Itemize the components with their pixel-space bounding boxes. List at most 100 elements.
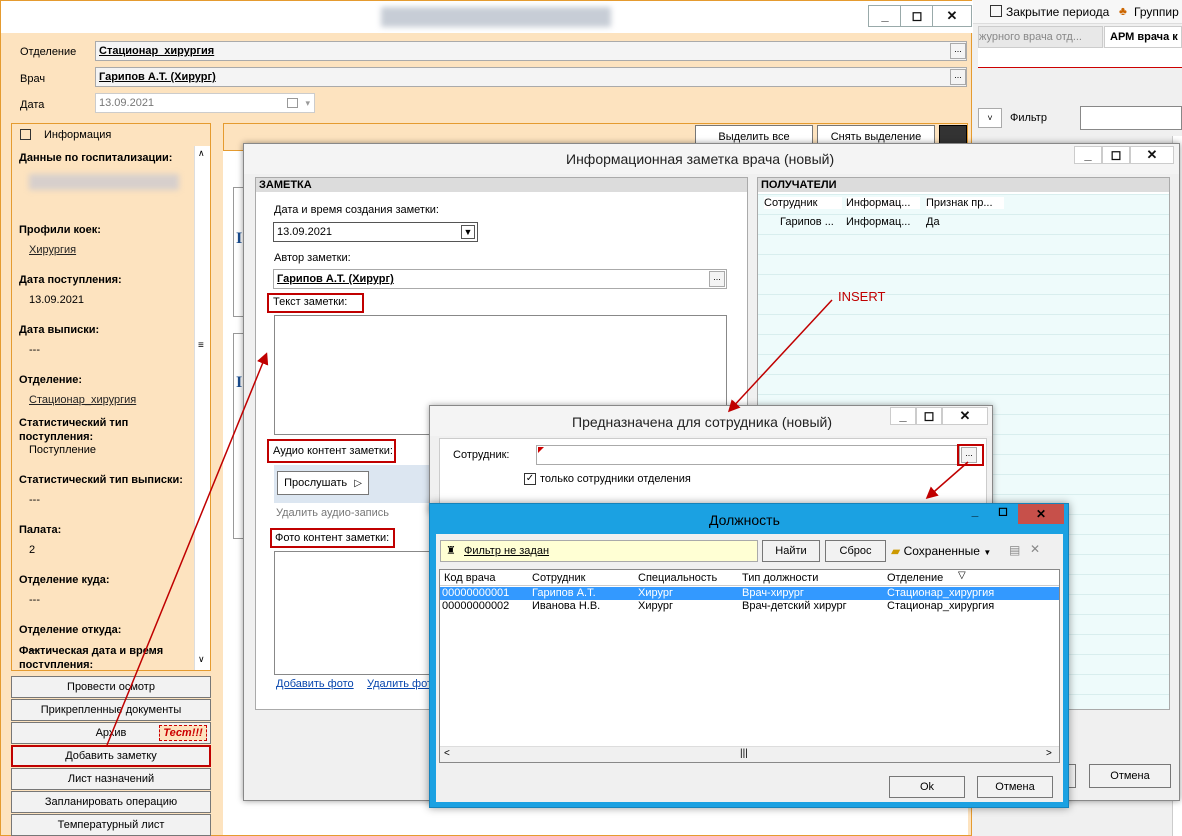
delete-photo-link[interactable]: Удалить фот [367,678,432,690]
tab-duty-doctor[interactable]: журного врача отд... [978,26,1103,48]
scroll-handle[interactable]: ≡ [198,340,204,351]
tab-label: АРМ врача к [1110,31,1178,43]
add-photo-link[interactable]: Добавить фото [276,678,354,690]
exam-button[interactable]: Провести осмотр [11,676,211,698]
close-period-button[interactable]: Закрытие периода [1006,5,1109,19]
horizontal-scrollbar[interactable]: < ||| > [440,746,1059,762]
department-field[interactable]: Стационар_хирургия [95,41,967,61]
filter-dropdown[interactable]: ˅ [978,108,1002,128]
maximize-button[interactable]: ◻ [900,5,934,27]
info-label: Дата выписки: [19,324,100,336]
close-button[interactable]: ✕ [1130,146,1174,164]
minimize-button[interactable]: _ [868,5,902,27]
recipients-col-info[interactable]: Информац... [846,197,920,209]
employee-field[interactable] [536,445,960,465]
date-value: 13.09.2021 [99,97,155,109]
archive-label: Архив [95,727,127,739]
col-employee[interactable]: Сотрудник [532,572,632,584]
chevron-down-icon[interactable]: ▼ [461,225,475,239]
scroll-up-icon[interactable]: ∧ [198,148,205,159]
cell: Хирург [638,587,673,599]
department-ellipsis-button[interactable]: ... [950,43,966,59]
tab-label: журного врача отд... [979,31,1082,43]
close-button[interactable]: ✕ [932,5,972,27]
position-grid: Код врача Сотрудник Специальность Тип до… [439,569,1060,763]
maximize-button[interactable]: ◻ [916,407,942,425]
main-window-title [381,7,611,27]
info-item-department: Отделение: Стационар_хирургия [19,374,136,406]
filter-input[interactable] [1080,106,1182,130]
table-row[interactable]: Гарипов ... Информац... Да [758,214,1169,232]
created-date-value: 13.09.2021 [277,226,333,238]
saved-button[interactable]: ▰ Сохраненные ▼ [891,544,991,558]
col-specialty[interactable]: Специальность [638,572,738,584]
info-link-profiles[interactable]: Хирургия [29,244,101,256]
minimize-button[interactable]: _ [890,407,916,425]
only-dept-checkbox[interactable]: ✓ [524,473,536,485]
employee-window-title: Предназначена для сотрудника (новый) [572,414,832,430]
save-icon[interactable]: ▤ [1009,543,1020,557]
chevron-down-icon: ▾ [305,98,310,108]
add-note-button[interactable]: Добавить заметку [11,745,211,767]
saved-label: Сохраненные [903,544,980,558]
test-badge: Тест!!! [159,725,207,741]
note-cancel-button[interactable]: Отмена [1089,764,1171,788]
filter-bar[interactable]: ♜ Фильтр не задан [440,540,758,562]
doctor-value: Гарипов А.Т. (Хирург) [99,71,216,83]
date-field[interactable]: 13.09.2021 ▾ [95,93,315,113]
col-department[interactable]: Отделение [887,572,967,584]
calendar-icon [990,5,1002,17]
find-button[interactable]: Найти [762,540,820,562]
doctor-ellipsis-button[interactable]: ... [950,69,966,85]
scroll-right-icon[interactable]: > [1046,748,1052,759]
doctor-field[interactable]: Гарипов А.Т. (Хирург) [95,67,967,87]
cancel-button[interactable]: Отмена [977,776,1053,798]
info-scrollbar[interactable]: ∧ ≡ ∨ [194,146,210,670]
scroll-left-icon[interactable]: < [444,748,450,759]
group-button[interactable]: Группир [1134,5,1179,19]
ok-button[interactable]: Ok [889,776,965,798]
audio-label: Аудио контент заметки: [273,445,393,457]
col-doctor-code[interactable]: Код врача [444,572,528,584]
col-position-type[interactable]: Тип должности [742,572,880,584]
delete-audio-link[interactable]: Удалить аудио-запись [276,507,389,519]
recipients-col-sign[interactable]: Признак пр... [926,197,1004,209]
created-date-field[interactable]: 13.09.2021 ▼ [273,222,478,242]
temperature-sheet-button[interactable]: Температурный лист [11,814,211,836]
cell: Гарипов А.Т. [532,587,596,599]
employee-window: Предназначена для сотрудника (новый) _ ◻… [429,405,993,513]
scroll-down-icon[interactable]: ∨ [198,654,205,665]
recipients-col-employee[interactable]: Сотрудник [764,197,842,209]
close-button[interactable]: ✕ [942,407,988,425]
group-icon: ♣ [1119,4,1127,18]
info-link-department[interactable]: Стационар_хирургия [29,394,136,406]
prescriptions-button[interactable]: Лист назначений [11,768,211,790]
author-field[interactable]: Гарипов А.Т. (Хирург) [273,269,727,289]
binoculars-icon: ♜ [446,545,456,557]
attached-docs-button[interactable]: Прикрепленные документы [11,699,211,721]
info-item-admission: Дата поступления: 13.09.2021 [19,274,122,306]
minimize-button[interactable]: _ [1074,146,1102,164]
listen-button[interactable]: Прослушать ▷ [277,471,369,495]
maximize-button[interactable]: ◻ [990,504,1016,524]
info-panel: Информация ∧ ≡ ∨ Данные по госпитализаци… [11,123,211,671]
plan-operation-button[interactable]: Запланировать операцию [11,791,211,813]
maximize-button[interactable]: ◻ [1102,146,1130,164]
cell: Хирург [638,600,673,612]
minimize-button[interactable]: _ [962,504,988,524]
table-row[interactable]: 00000000001 Гарипов А.Т. Хирург Врач-хир… [440,587,1059,600]
author-label: Автор заметки: [274,252,351,264]
table-row[interactable]: 00000000002 Иванова Н.В. Хирург Врач-дет… [440,600,1059,613]
reset-button[interactable]: Сброс [825,540,886,562]
filter-text[interactable]: Фильтр не задан [464,545,549,557]
info-item-dept-to: Отделение куда: --- [19,574,110,606]
info-label: Дата поступления: [19,274,122,286]
close-icon[interactable]: ✕ [1030,542,1040,556]
folder-icon: ▰ [891,544,901,558]
scroll-handle[interactable]: ||| [740,748,748,759]
tab-doctor-workplace[interactable]: АРМ врача к [1104,26,1182,48]
author-ellipsis-button[interactable]: ... [709,271,725,287]
employee-titlebar: Предназначена для сотрудника (новый) _ ◻… [430,406,992,436]
archive-button[interactable]: Архив Тест!!! [11,722,211,744]
close-button[interactable]: ✕ [1018,504,1064,524]
